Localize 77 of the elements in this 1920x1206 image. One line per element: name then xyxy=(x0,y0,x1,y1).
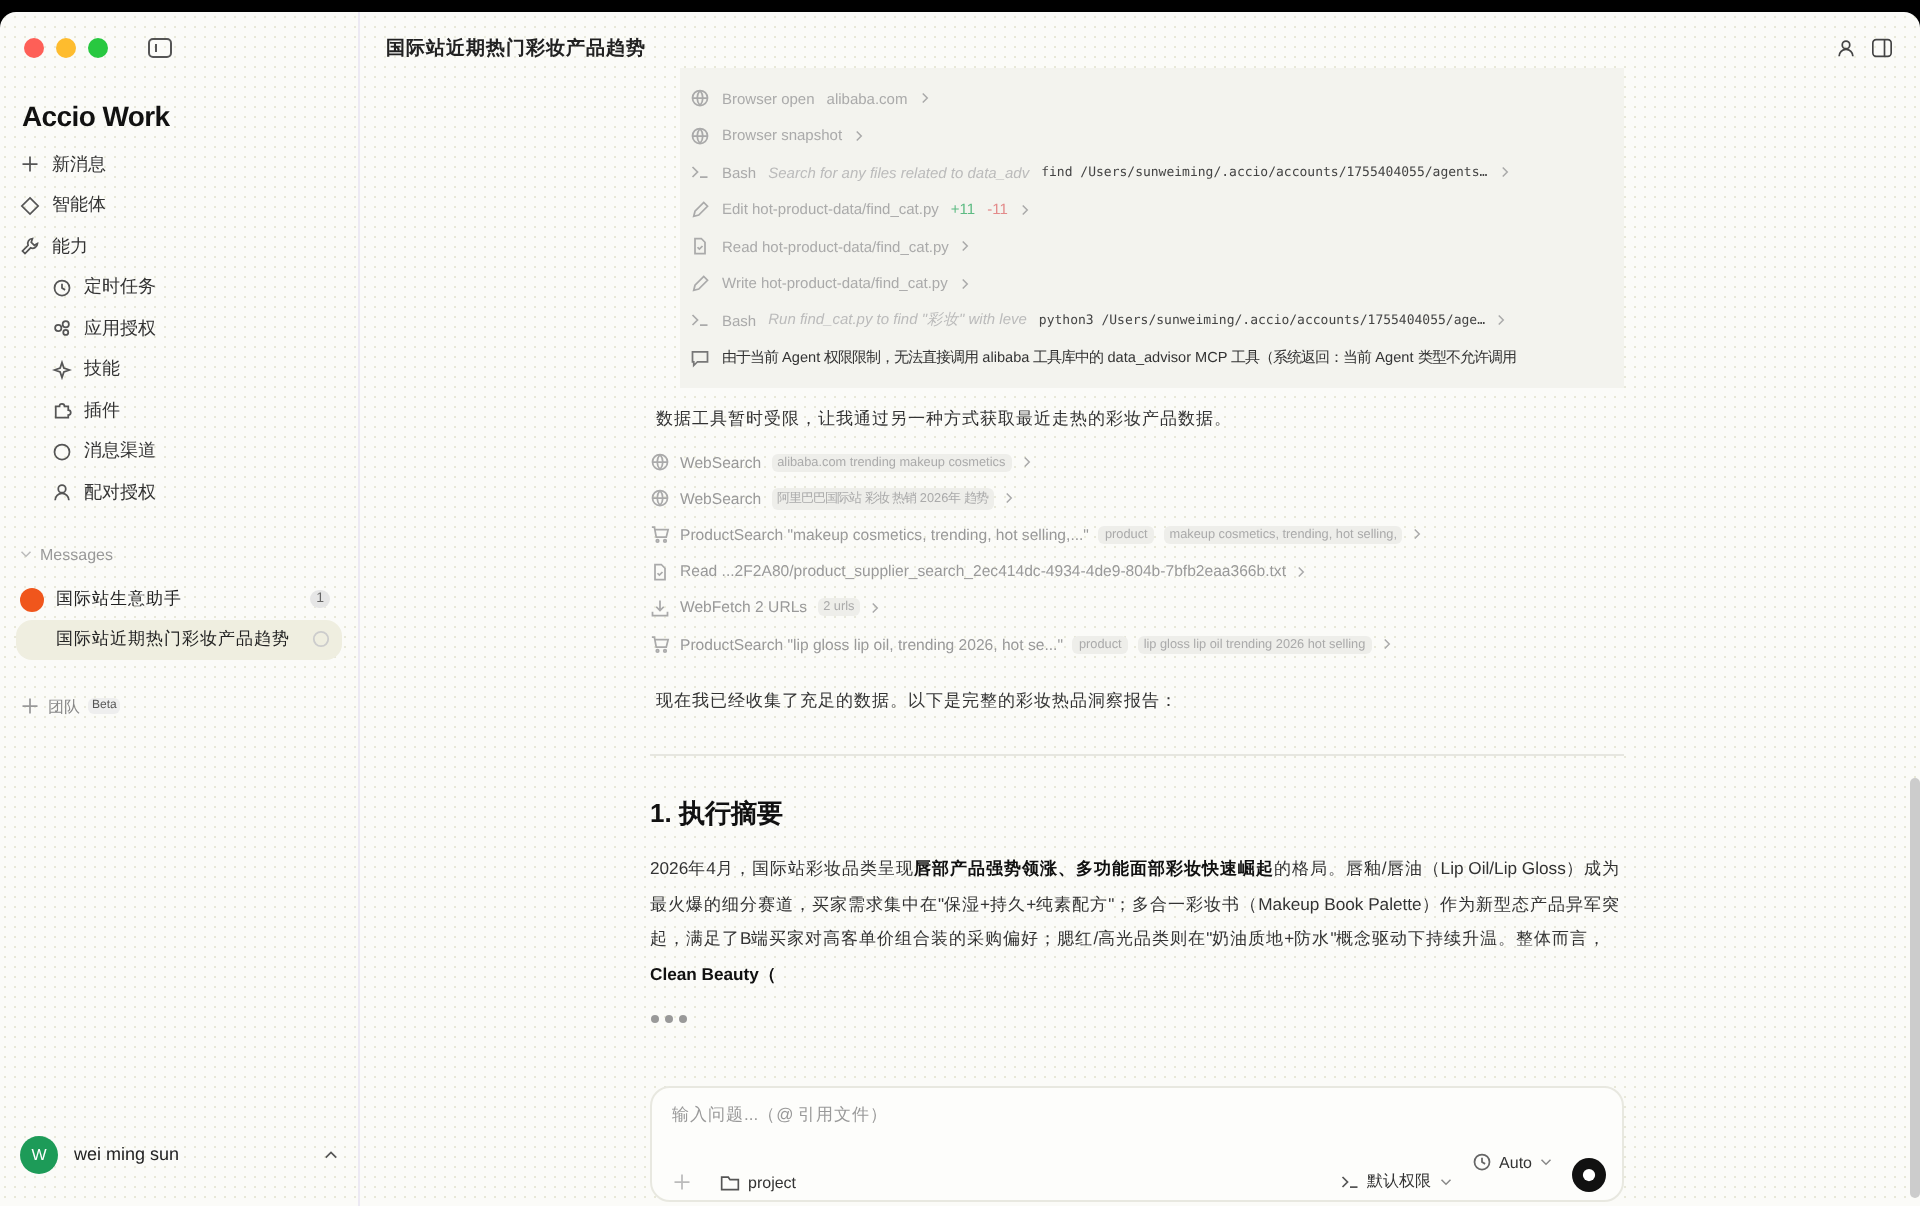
chevron-up-icon xyxy=(324,1150,338,1160)
terminal-icon xyxy=(690,310,710,331)
nav-subitem[interactable]: 定时任务 xyxy=(16,267,342,308)
chevron-down-icon xyxy=(20,550,32,558)
chevron-right-icon xyxy=(1296,565,1306,578)
plus-icon xyxy=(20,696,40,716)
file-icon xyxy=(650,561,670,582)
cart-icon xyxy=(650,524,670,545)
chevron-right-icon xyxy=(1021,456,1032,469)
plus-icon xyxy=(20,154,40,175)
pencil-icon xyxy=(690,273,710,294)
pencil-icon xyxy=(690,199,710,220)
link-icon xyxy=(52,318,72,339)
message-icon xyxy=(690,347,710,368)
nav-item[interactable]: 智能体 xyxy=(16,185,342,226)
report-paragraph: 2026年4月，国际站彩妆品类呈现唇部产品强势领涨、多功能面部彩妆快速崛起的格局。唇釉/唇油（Lip Oil/Lip Gloss）成为最火爆的细分赛道，买家需求集中在"保湿+持久+纯素配方"；多合一彩妆书（Makeup Book Palette）作为新型态产品异军突起，满足了B端买家对高客单价组合装的采购偏好；腮红/高光品类则在"奶油质地+防水"概念驱动下持续升温。整体而言，Clean Beauty（ xyxy=(650,856,1622,988)
user-profile[interactable]: W wei ming sun xyxy=(16,1118,342,1206)
panel-toggle-icon[interactable] xyxy=(1872,38,1892,58)
puzzle-icon xyxy=(52,400,72,421)
stop-icon xyxy=(1582,1168,1596,1182)
globe-icon xyxy=(690,125,710,146)
chevron-right-icon xyxy=(919,92,930,105)
chevron-right-icon xyxy=(1412,528,1423,541)
close-button[interactable] xyxy=(24,38,44,58)
message-composer[interactable]: 输入问题...（@ 引用文件） project 默认权限 Auto xyxy=(650,1086,1624,1202)
chevron-right-icon xyxy=(959,277,970,290)
chevron-right-icon xyxy=(1496,314,1507,327)
cart-icon xyxy=(650,634,670,655)
circle-icon xyxy=(52,441,72,462)
wrench-icon xyxy=(20,236,40,257)
sidebar-toggle-icon[interactable] xyxy=(148,38,172,58)
file-icon xyxy=(690,236,710,257)
chevron-right-icon xyxy=(1019,203,1030,216)
chevron-down-icon xyxy=(1540,1158,1552,1166)
chevron-right-icon xyxy=(870,601,881,614)
nav-item[interactable]: 能力 xyxy=(16,226,342,267)
assistant-message: 现在我已经收集了充足的数据。以下是完整的彩妆热品洞察报告： xyxy=(656,690,1180,715)
terminal-icon xyxy=(690,162,710,183)
conversation-title: 国际站近期热门彩妆产品趋势 xyxy=(386,35,646,61)
plus-icon xyxy=(672,1172,692,1192)
chevron-right-icon xyxy=(1499,166,1510,179)
nav-subitem[interactable]: 插件 xyxy=(16,390,342,431)
conversation-item[interactable]: 国际站近期热门彩妆产品趋势 xyxy=(16,619,342,659)
globe-icon xyxy=(650,452,670,473)
chevron-right-icon xyxy=(1381,638,1392,651)
nav-subitem[interactable]: 消息渠道 xyxy=(16,431,342,472)
agent-avatar xyxy=(20,587,44,611)
scrollbar-thumb[interactable] xyxy=(1910,778,1920,1198)
folder-button[interactable]: project xyxy=(720,1174,797,1192)
download-icon xyxy=(650,597,670,618)
mode-dropdown[interactable]: Auto xyxy=(1471,1152,1552,1172)
assistant-message: 数据工具暂时受限，让我通过另一种方式获取最近走热的彩妆产品数据。 xyxy=(656,408,1234,432)
user-icon xyxy=(52,482,72,503)
stop-button[interactable] xyxy=(1572,1158,1606,1192)
app-logo: Accio Work xyxy=(22,100,172,132)
permission-dropdown[interactable]: 默认权限 xyxy=(1339,1170,1452,1192)
folder-icon xyxy=(720,1174,740,1192)
nav-subitem[interactable]: 配对授权 xyxy=(16,472,342,513)
chevron-down-icon xyxy=(1439,1177,1452,1185)
user-icon xyxy=(1836,38,1856,58)
chevron-right-icon xyxy=(1003,492,1014,505)
chevron-right-icon xyxy=(960,240,971,253)
nav-subitem[interactable]: 技能 xyxy=(16,349,342,390)
nav-item[interactable]: 新消息 xyxy=(16,144,342,185)
chevron-right-icon xyxy=(854,129,865,142)
clock-icon xyxy=(52,277,72,298)
globe-icon xyxy=(650,488,670,509)
minimize-button[interactable] xyxy=(56,38,76,58)
report-heading: 1. 执行摘要 xyxy=(650,796,785,833)
maximize-button[interactable] xyxy=(88,38,108,58)
globe-icon xyxy=(690,88,710,109)
diamond-icon xyxy=(20,195,40,216)
clock-icon xyxy=(1471,1152,1492,1172)
user-avatar: W xyxy=(20,1135,58,1173)
terminal-icon xyxy=(1339,1171,1360,1191)
sparkle-icon xyxy=(52,359,72,380)
nav-subitem[interactable]: 应用授权 xyxy=(16,308,342,349)
